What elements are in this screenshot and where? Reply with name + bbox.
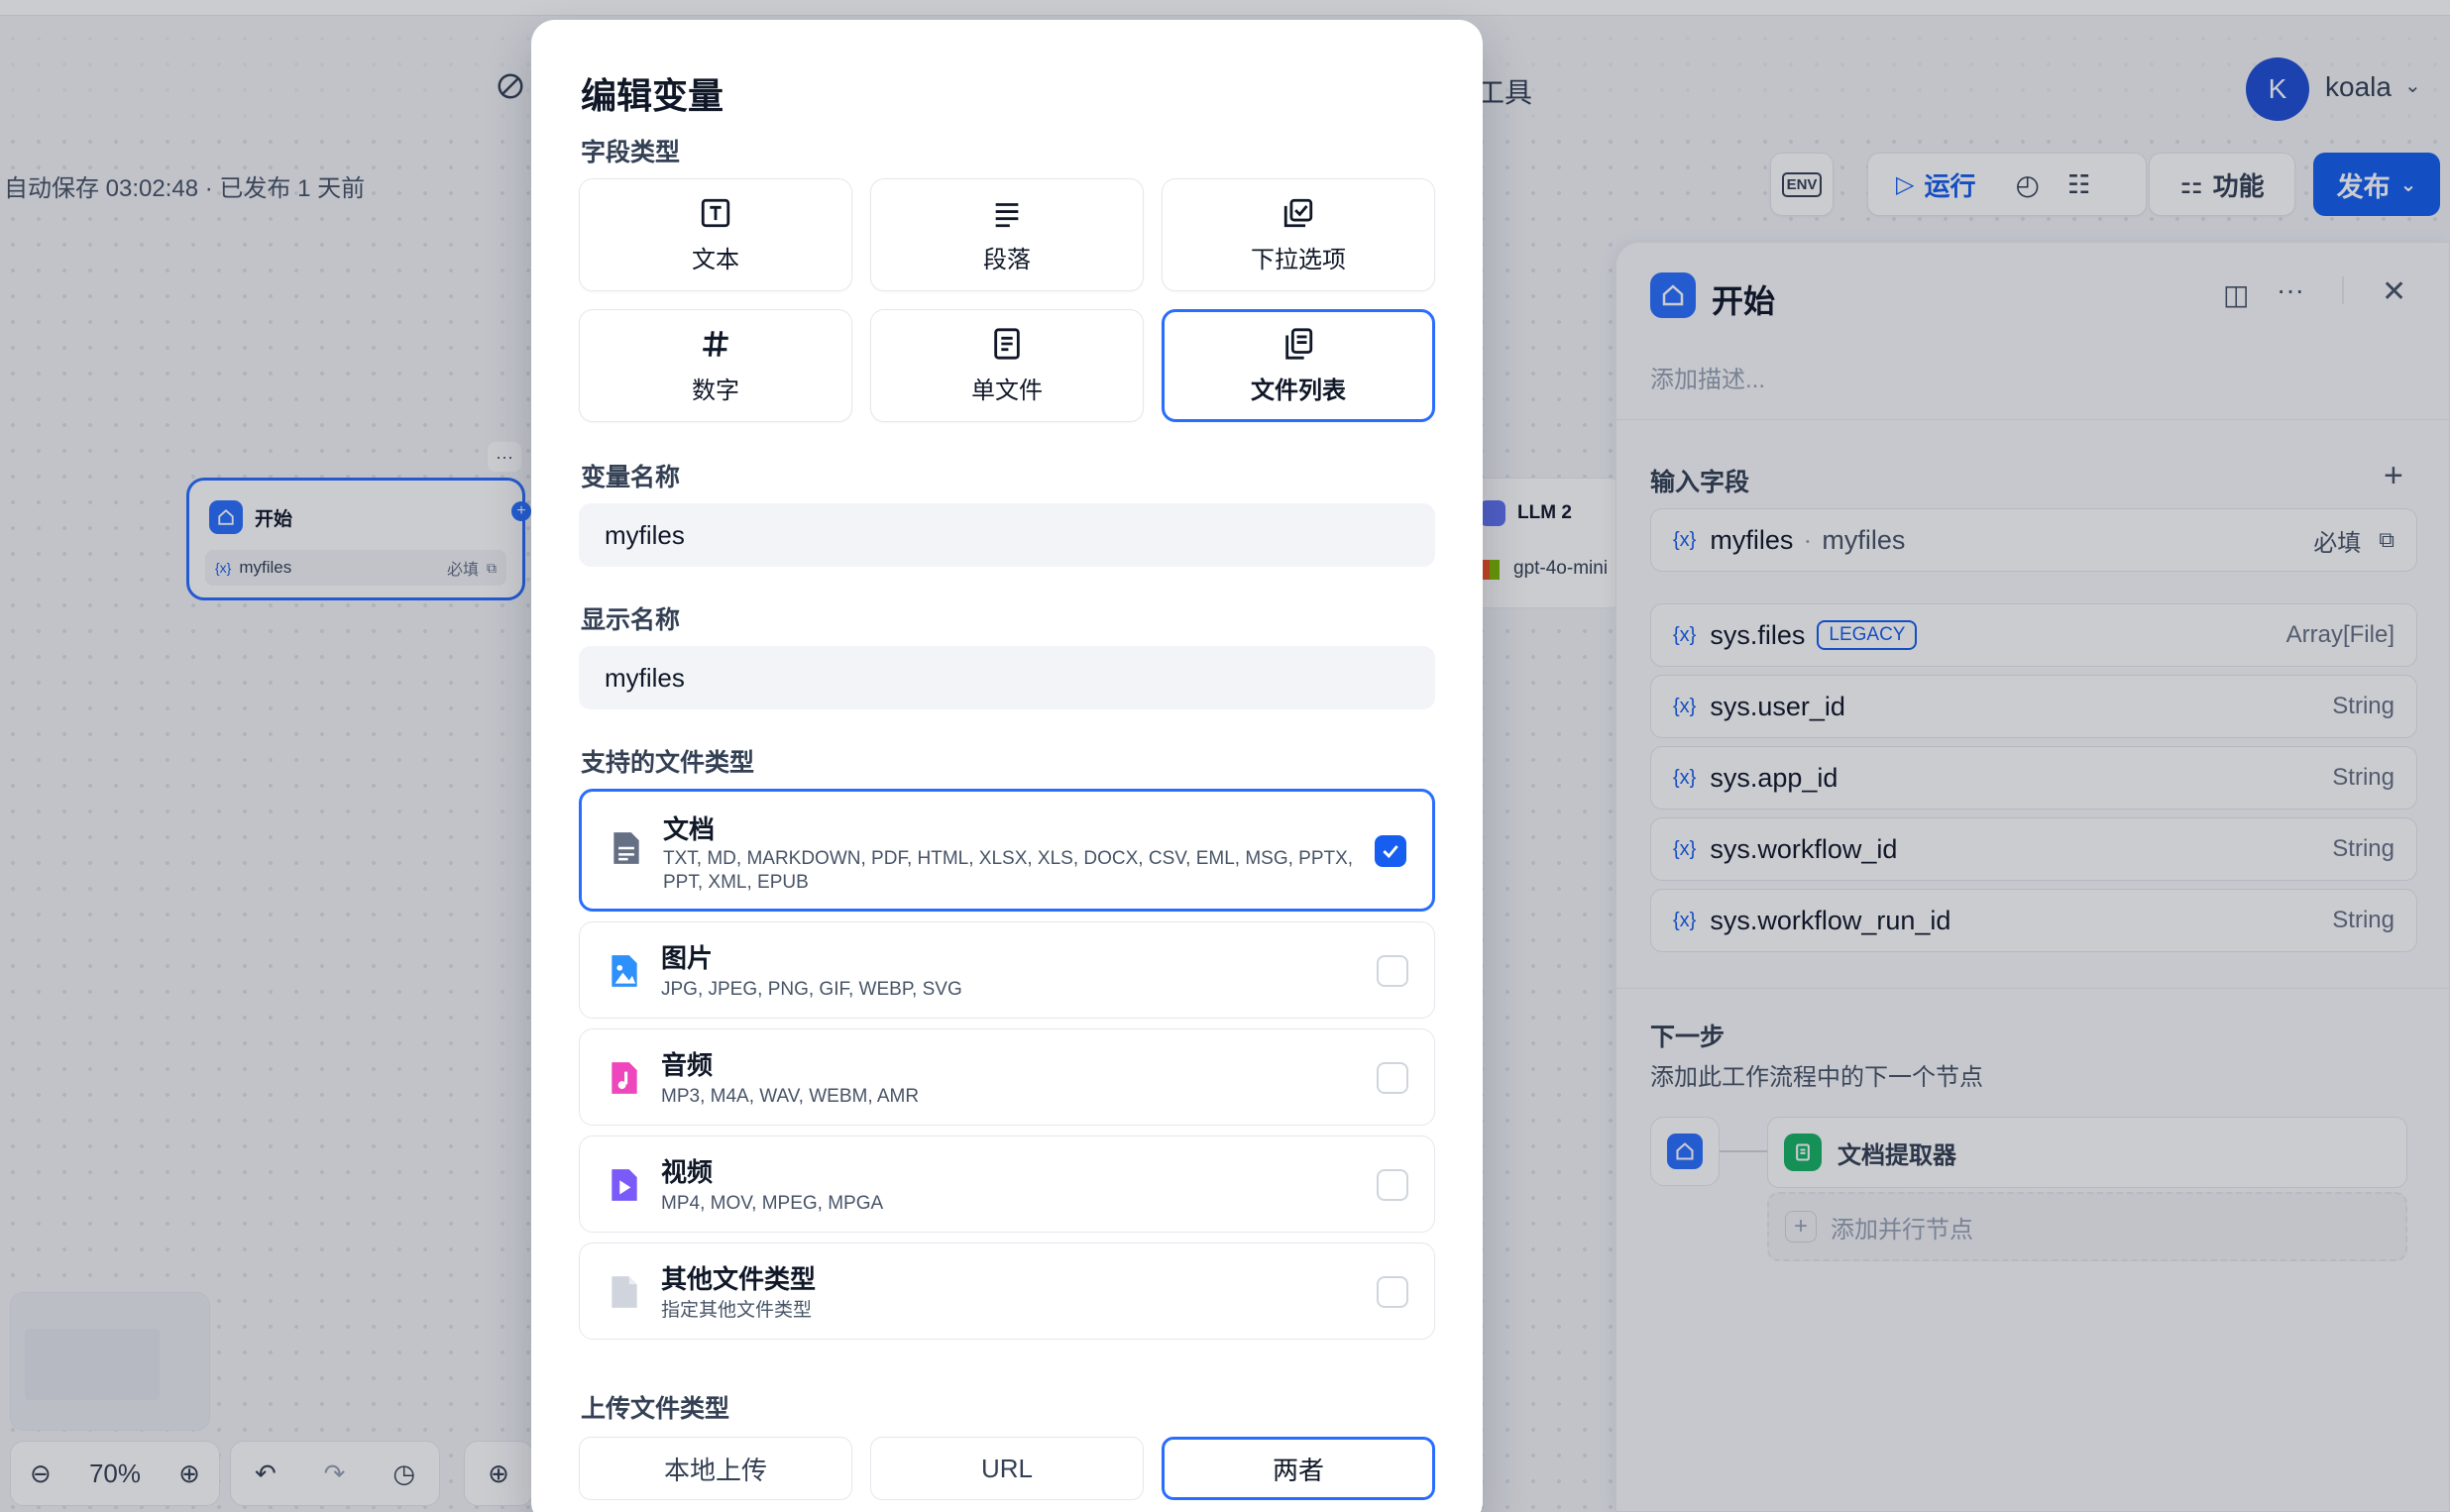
field-type-label: 文本 bbox=[692, 246, 739, 273]
file-type-exts: JPG, JPEG, PNG, GIF, WEBP, SVG bbox=[661, 979, 962, 1000]
file-type-audio[interactable]: 音频 MP3, M4A, WAV, WEBM, AMR bbox=[579, 1028, 1435, 1126]
field-type-label: 单文件 bbox=[971, 377, 1043, 404]
supported-types-label: 支持的文件类型 bbox=[581, 749, 755, 777]
audio-icon bbox=[612, 1062, 637, 1094]
image-icon bbox=[612, 955, 637, 987]
file-icon bbox=[994, 327, 1020, 360]
field-type-file-list[interactable]: 文件列表 bbox=[1162, 309, 1435, 422]
upload-local-button[interactable]: 本地上传 bbox=[579, 1437, 852, 1500]
video-icon bbox=[612, 1169, 637, 1201]
checkbox[interactable] bbox=[1377, 955, 1408, 987]
display-name-input[interactable]: myfiles bbox=[579, 646, 1435, 709]
field-type-label: 文件列表 bbox=[1251, 377, 1346, 404]
upload-url-button[interactable]: URL bbox=[870, 1437, 1144, 1500]
file-type-exts: MP3, M4A, WAV, WEBM, AMR bbox=[661, 1086, 920, 1107]
file-type-name: 图片 bbox=[661, 943, 714, 973]
file-type-exts: TXT, MD, MARKDOWN, PDF, HTML, XLSX, XLS,… bbox=[663, 848, 1354, 893]
field-type-select[interactable]: 下拉选项 bbox=[1162, 178, 1435, 291]
field-type-single-file[interactable]: 单文件 bbox=[870, 309, 1144, 422]
paragraph-icon bbox=[995, 202, 1019, 227]
var-name-input[interactable]: myfiles bbox=[579, 503, 1435, 567]
file-list-icon bbox=[1285, 327, 1313, 360]
file-type-name: 其他文件类型 bbox=[661, 1264, 817, 1294]
field-type-number[interactable]: 数字 bbox=[579, 309, 852, 422]
select-icon bbox=[1283, 198, 1313, 227]
checkbox[interactable] bbox=[1377, 1276, 1408, 1308]
file-type-video[interactable]: 视频 MP4, MOV, MPEG, MPGA bbox=[579, 1135, 1435, 1233]
file-type-name: 文档 bbox=[663, 814, 716, 844]
file-type-exts: MP4, MOV, MPEG, MPGA bbox=[661, 1193, 884, 1214]
other-file-icon bbox=[612, 1276, 637, 1308]
field-type-text[interactable]: 文本 bbox=[579, 178, 852, 291]
upload-type-label: 上传文件类型 bbox=[581, 1395, 730, 1423]
file-type-other[interactable]: 其他文件类型 指定其他文件类型 bbox=[579, 1242, 1435, 1340]
checkbox[interactable] bbox=[1377, 1062, 1408, 1094]
display-name-label: 显示名称 bbox=[581, 606, 681, 634]
file-type-exts: 指定其他文件类型 bbox=[661, 1300, 813, 1321]
modal-title: 编辑变量 bbox=[581, 75, 724, 116]
checkbox-checked[interactable] bbox=[1375, 835, 1406, 867]
file-type-document[interactable]: 文档 TXT, MD, MARKDOWN, PDF, HTML, XLSX, X… bbox=[579, 789, 1435, 912]
text-icon bbox=[701, 198, 730, 227]
field-type-label: 字段类型 bbox=[581, 139, 681, 166]
var-name-label: 变量名称 bbox=[581, 464, 681, 491]
upload-both-button[interactable]: 两者 bbox=[1162, 1437, 1435, 1500]
file-type-name: 视频 bbox=[661, 1157, 714, 1187]
field-type-label: 段落 bbox=[983, 246, 1031, 273]
document-icon bbox=[613, 832, 639, 864]
field-type-label: 数字 bbox=[692, 377, 739, 404]
file-type-image[interactable]: 图片 JPG, JPEG, PNG, GIF, WEBP, SVG bbox=[579, 921, 1435, 1019]
checkbox[interactable] bbox=[1377, 1169, 1408, 1201]
field-type-paragraph[interactable]: 段落 bbox=[870, 178, 1144, 291]
number-icon bbox=[703, 330, 728, 357]
file-type-name: 音频 bbox=[661, 1050, 714, 1080]
field-type-label: 下拉选项 bbox=[1251, 246, 1346, 273]
edit-variable-modal: 编辑变量 字段类型 文本 段落 下拉选项 数字 单文件 文件列表 变量名称 my… bbox=[531, 20, 1483, 1512]
